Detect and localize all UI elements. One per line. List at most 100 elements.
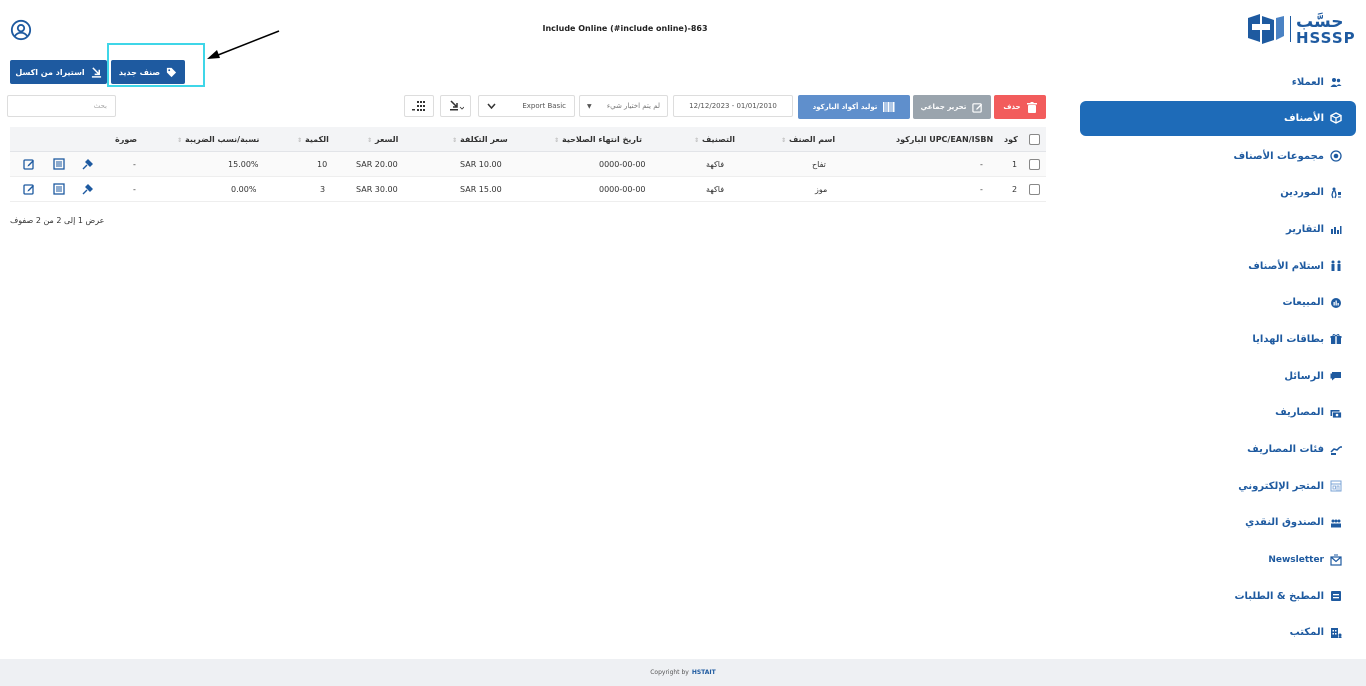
date-range-input[interactable]: 12/12/2023 - 01/01/2010	[673, 95, 793, 117]
sidebar-item-gift-cards[interactable]: بطاقات الهدايا	[1080, 321, 1356, 358]
cell-price: SAR 30.00	[356, 185, 398, 194]
sidebar-item-label: الأصناف	[1284, 112, 1324, 124]
import-icon	[91, 66, 101, 78]
cell-expiry: 0000-00-00	[599, 160, 646, 169]
newsletter-icon	[1330, 554, 1342, 566]
delete-button[interactable]: حذف	[994, 95, 1046, 119]
table-row[interactable]: 2 - موز فاكهة 0000-00-00 SAR 15.00 SAR 3…	[10, 177, 1046, 202]
sales-icon	[1331, 297, 1341, 308]
export-button[interactable]	[440, 95, 471, 117]
filter-select-value: لم يتم اختيار شيء	[606, 102, 660, 110]
generate-barcodes-label: توليد أكواد الباركود	[812, 103, 878, 111]
pin-icon[interactable]	[82, 183, 94, 195]
export-type-select[interactable]: Export Basic	[478, 95, 575, 117]
filter-select[interactable]: ▼ لم يتم اختيار شيء	[579, 95, 668, 117]
sidebar-item-sales[interactable]: المبيعات	[1080, 284, 1356, 321]
sidebar-item-expenses[interactable]: المصاريف	[1080, 395, 1356, 432]
columns-toggle-button[interactable]	[404, 95, 434, 117]
kitchen-icon	[1331, 591, 1341, 602]
cell-cost: SAR 15.00	[460, 185, 502, 194]
sidebar-item-customers[interactable]: العملاء	[1080, 64, 1356, 101]
import-excel-button[interactable]: استيراد من اكسل	[10, 60, 107, 84]
details-icon[interactable]	[53, 158, 65, 170]
export-type-value: Export Basic	[522, 102, 566, 110]
generate-barcodes-button[interactable]: توليد أكواد الباركود	[798, 95, 910, 119]
edit-row-icon[interactable]	[23, 183, 35, 195]
sidebar-item-newsletter[interactable]: Newsletter	[1080, 541, 1356, 578]
sidebar-nav: العملاء الأصناف مجموعات الأصناف الموردين…	[1080, 64, 1356, 651]
sidebar-item-receivings[interactable]: استلام الأصناف	[1080, 248, 1356, 285]
pin-icon[interactable]	[82, 158, 94, 170]
col-image: صورة	[115, 135, 138, 144]
page-footer: Copyright by HSTAIT	[0, 659, 1366, 686]
sidebar-item-label: التقارير	[1286, 223, 1324, 235]
highlight-box	[107, 43, 205, 87]
sidebar-item-expense-categories[interactable]: فئات المصاريف	[1080, 431, 1356, 468]
search-input[interactable]: بحث	[7, 95, 116, 117]
bulk-edit-label: تحرير جماعي	[920, 103, 967, 111]
col-expiry[interactable]: ⇕ تاريخ انتهاء الصلاحية	[554, 127, 642, 152]
sidebar-item-label: فئات المصاريف	[1247, 444, 1324, 456]
col-cost[interactable]: ⇕ سعر التكلفة	[452, 127, 508, 152]
table-row[interactable]: 1 - تفاح فاكهة 0000-00-00 SAR 10.00 SAR …	[10, 152, 1046, 177]
delete-label: حذف	[1003, 103, 1021, 111]
page-title: Include Online (#include online)-863	[542, 24, 708, 33]
row-checkbox[interactable]	[1029, 184, 1040, 195]
pagination-info: عرض 1 إلى 2 من 2 صفوف	[10, 216, 105, 225]
col-qty[interactable]: ⇕ الكمية	[297, 127, 329, 152]
items-table: كود الباركود UPC/EAN/ISBN ⇕ اسم الصنف ⇕ ال…	[10, 127, 1046, 202]
sidebar-item-reports[interactable]: التقارير	[1080, 211, 1356, 248]
col-tax[interactable]: ⇕ نسبة/نسب الضريبة	[177, 127, 259, 152]
chat-icon	[1330, 372, 1341, 381]
sidebar-item-cash-register[interactable]: الصندوق النقدي	[1080, 505, 1356, 542]
cell-name: موز	[815, 185, 828, 194]
sidebar-item-label: الرسائل	[1284, 370, 1324, 382]
sidebar-item-label: العملاء	[1291, 76, 1324, 88]
annotation-arrow-icon	[207, 30, 280, 59]
cell-price: SAR 20.00	[356, 160, 398, 169]
table-header: كود الباركود UPC/EAN/ISBN ⇕ اسم الصنف ⇕ ال…	[10, 127, 1046, 152]
details-icon[interactable]	[53, 183, 65, 195]
cell-image: -	[133, 160, 136, 169]
copyright-text: Copyright by	[650, 669, 689, 676]
sidebar-item-item-groups[interactable]: مجموعات الأصناف	[1080, 138, 1356, 175]
cell-name: تفاح	[812, 160, 826, 169]
bulk-edit-button[interactable]: تحرير جماعي	[913, 95, 991, 119]
cell-barcode: -	[980, 185, 983, 194]
box-icon	[1330, 112, 1342, 124]
gift-icon	[1330, 334, 1342, 345]
cash-icon	[1331, 519, 1341, 528]
sidebar-item-label: مجموعات الأصناف	[1233, 150, 1324, 162]
copyright-brand-link[interactable]: HSTAIT	[692, 669, 716, 676]
barcode-icon	[883, 102, 895, 112]
row-checkbox[interactable]	[1029, 159, 1040, 170]
edit-row-icon[interactable]	[23, 158, 35, 170]
select-all-checkbox[interactable]	[1029, 134, 1040, 145]
cell-tax: 15.00%	[228, 160, 259, 169]
chart-icon	[1331, 226, 1342, 235]
trash-icon	[1026, 101, 1037, 113]
sidebar-item-label: Newsletter	[1268, 554, 1324, 565]
cell-code: 2	[1012, 185, 1018, 194]
grid-icon	[412, 101, 425, 111]
sidebar-item-office[interactable]: المكتب	[1080, 615, 1356, 652]
col-price[interactable]: ⇕ السعر	[367, 127, 398, 152]
sidebar-item-label: بطاقات الهدايا	[1252, 333, 1324, 345]
sidebar-item-messages[interactable]: الرسائل	[1080, 358, 1356, 395]
cell-qty: 10	[317, 160, 328, 169]
col-name[interactable]: ⇕ اسم الصنف	[781, 127, 835, 152]
col-barcode[interactable]: الباركود UPC/EAN/ISBN	[896, 127, 993, 152]
edit-icon	[972, 102, 983, 113]
col-code[interactable]: كود	[1004, 127, 1018, 152]
sidebar-item-suppliers[interactable]: الموردين	[1080, 174, 1356, 211]
sidebar-item-kitchen-orders[interactable]: المطبخ & الطلبات	[1080, 578, 1356, 615]
sidebar-item-label: المبيعات	[1282, 297, 1325, 309]
sidebar-item-online-store[interactable]: المتجر الإلكتروني	[1080, 468, 1356, 505]
target-icon	[1330, 150, 1342, 162]
col-category[interactable]: ⇕ التصنيف	[694, 127, 735, 152]
sidebar-item-label: المطبخ & الطلبات	[1234, 590, 1325, 602]
office-icon	[1331, 627, 1342, 638]
sidebar-item-label: المكتب	[1289, 627, 1324, 639]
sidebar-item-items[interactable]: الأصناف	[1080, 100, 1356, 136]
user-account-icon[interactable]	[10, 19, 32, 41]
